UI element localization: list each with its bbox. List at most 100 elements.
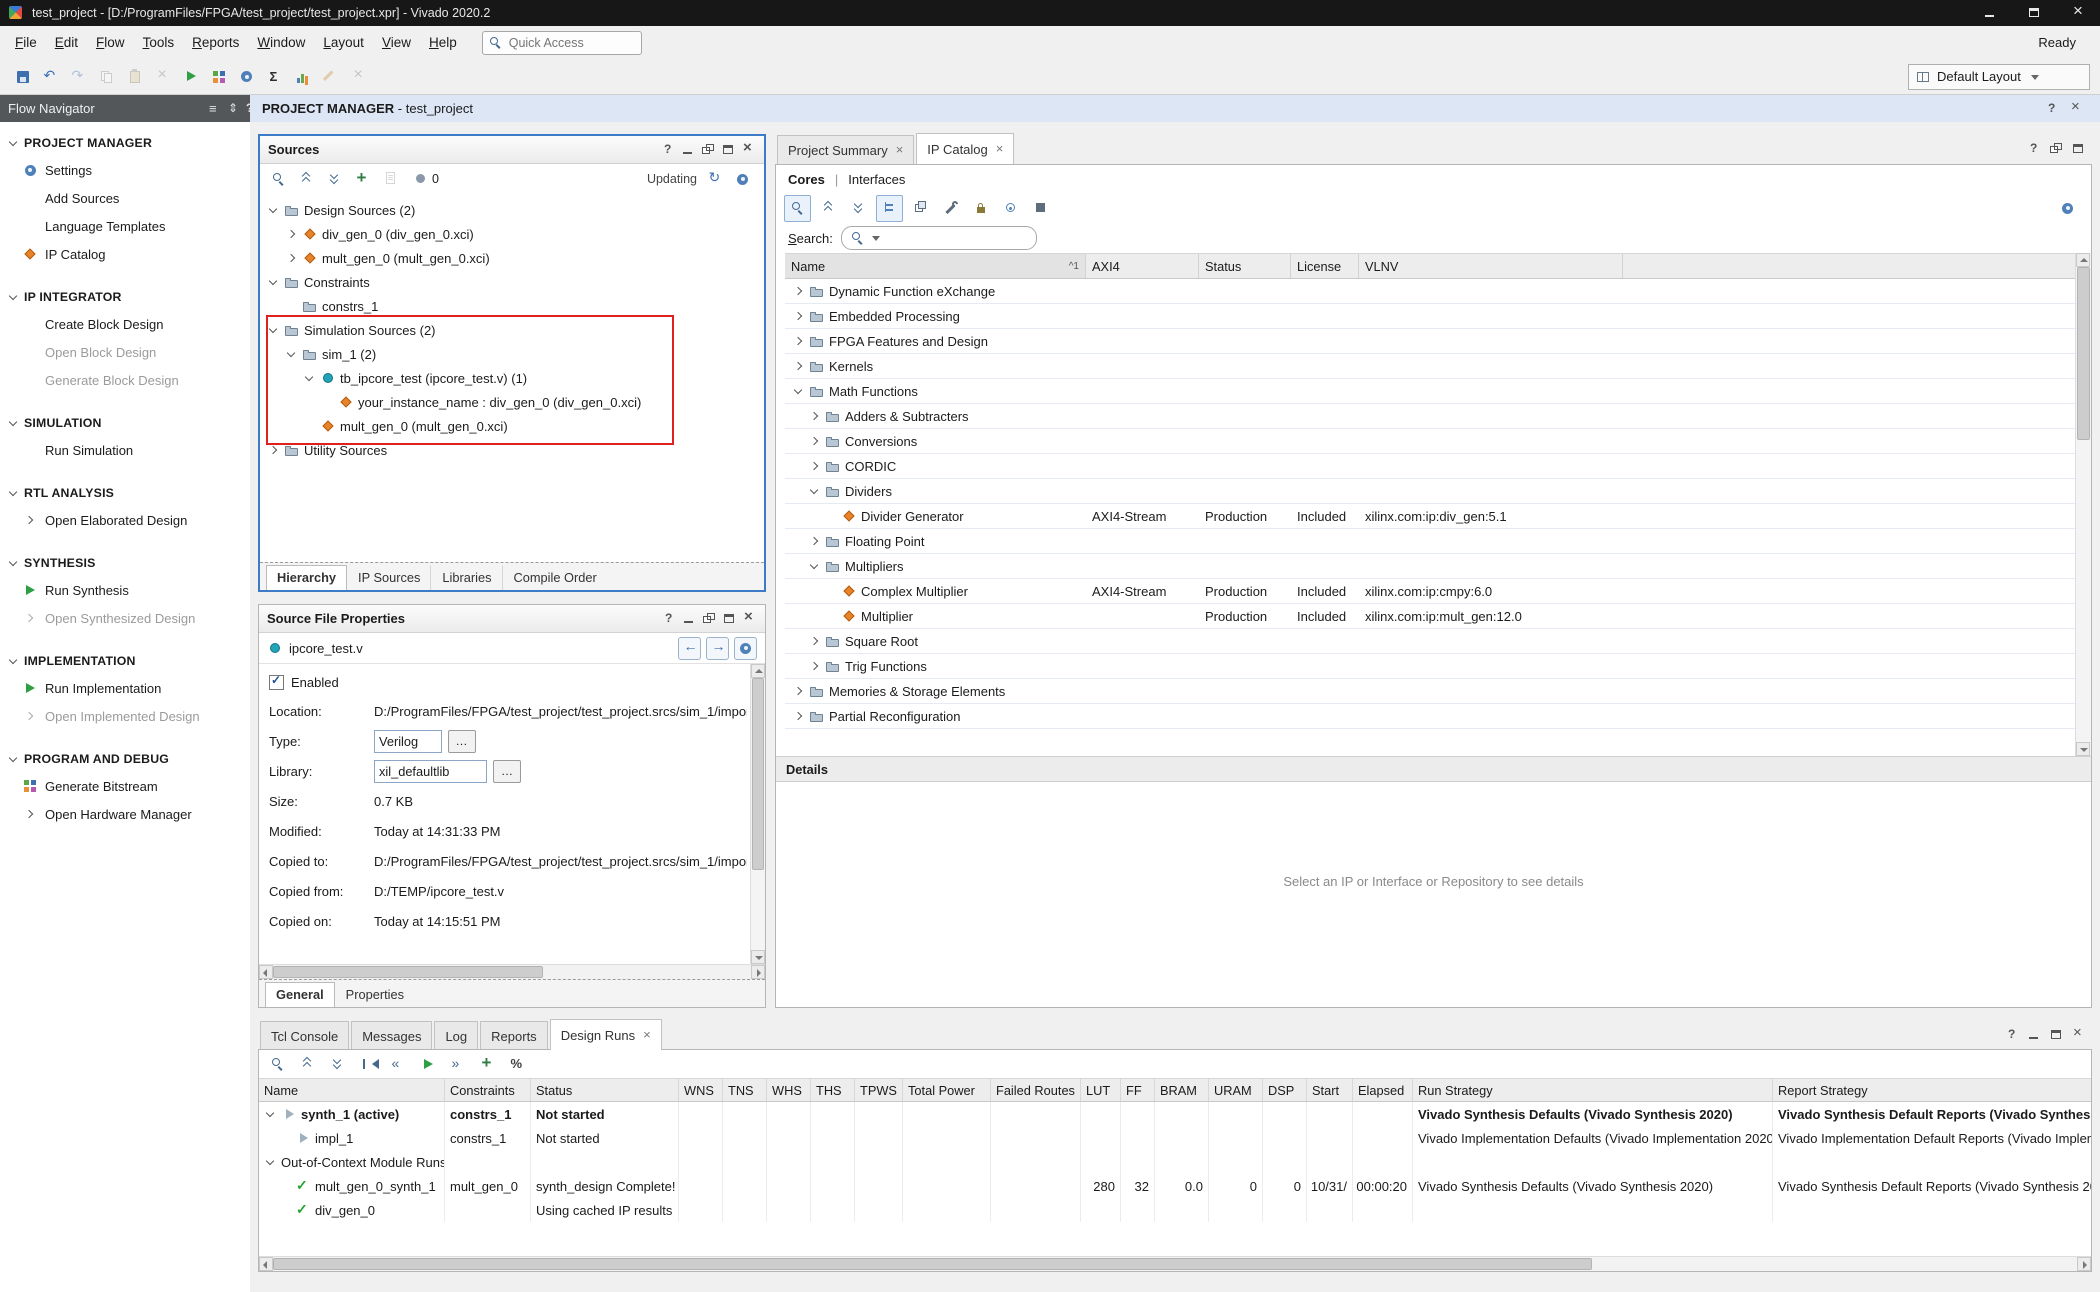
stop-button[interactable]: [1028, 196, 1053, 221]
column-header-status[interactable]: Status: [531, 1079, 679, 1101]
search-button[interactable]: [266, 167, 291, 192]
chevron-right-icon[interactable]: [807, 409, 821, 423]
column-header-elapsed[interactable]: Elapsed: [1353, 1079, 1413, 1101]
flownav-item-language-templates[interactable]: Language Templates: [0, 212, 250, 240]
ip-row-dividers[interactable]: Dividers: [785, 479, 2076, 504]
ip-row-fpga-features-and-design[interactable]: FPGA Features and Design: [785, 329, 2076, 354]
window-close-button[interactable]: [2056, 0, 2100, 26]
settings-button[interactable]: [2055, 196, 2080, 221]
scrollbar-thumb[interactable]: [273, 966, 543, 978]
chevron-right-icon[interactable]: [791, 684, 805, 698]
menu-reports[interactable]: Reports: [183, 35, 248, 50]
subtab-cores[interactable]: Cores: [788, 172, 825, 187]
column-header-axi4[interactable]: AXI4: [1086, 254, 1199, 278]
ip-row-multiplier[interactable]: MultiplierProductionIncludedxilinx.com:i…: [785, 604, 2076, 629]
window-maximize-button[interactable]: [2012, 0, 2056, 26]
menu-flow[interactable]: Flow: [87, 35, 134, 50]
librarybrowse-button[interactable]: …: [493, 760, 521, 783]
flownav-section-synthesis[interactable]: SYNTHESIS: [0, 550, 250, 576]
flownav-section-implementation[interactable]: IMPLEMENTATION: [0, 648, 250, 674]
tab-project-summary[interactable]: Project Summary×: [777, 135, 914, 164]
chevron-down-icon[interactable]: [266, 203, 280, 217]
edit-file-button[interactable]: [378, 167, 403, 192]
ip-row-dynamic-function-exchange[interactable]: Dynamic Function eXchange: [785, 279, 2076, 304]
flownav-item-create-block-design[interactable]: Create Block Design: [0, 310, 250, 338]
quick-access-search[interactable]: [482, 31, 642, 55]
flownav-item-run-synthesis[interactable]: Run Synthesis: [0, 576, 250, 604]
run-button[interactable]: [178, 64, 203, 89]
maximize-button[interactable]: [720, 142, 736, 158]
column-header-ths[interactable]: THS: [811, 1079, 855, 1101]
ip-row-cordic[interactable]: CORDIC: [785, 454, 2076, 479]
scroll-right-button[interactable]: [2077, 1257, 2091, 1271]
flownav-item-run-simulation[interactable]: Run Simulation: [0, 436, 250, 464]
target-button[interactable]: [998, 196, 1023, 221]
source-item-utility-sources[interactable]: Utility Sources: [260, 438, 764, 462]
cancel-button[interactable]: [346, 64, 371, 89]
save-button[interactable]: [10, 64, 35, 89]
flownav-item-settings[interactable]: Settings: [0, 156, 250, 184]
collapse-all-button[interactable]: [294, 167, 319, 192]
tab-general[interactable]: General: [265, 982, 335, 1007]
flownav-section-program-and-debug[interactable]: PROGRAM AND DEBUG: [0, 746, 250, 772]
layout-selector[interactable]: Default Layout: [1908, 64, 2090, 90]
scroll-right-button[interactable]: [751, 965, 765, 979]
chevron-down-icon[interactable]: [302, 371, 316, 385]
tab-reports[interactable]: Reports: [480, 1021, 548, 1050]
step-back-button[interactable]: [385, 1052, 410, 1077]
column-header-tpws[interactable]: TPWS: [855, 1079, 903, 1101]
add-sources-button[interactable]: [350, 167, 375, 192]
settings-button[interactable]: [234, 64, 259, 89]
minimize-button[interactable]: [680, 142, 696, 158]
flownav-item-ip-catalog[interactable]: IP Catalog: [0, 240, 250, 268]
ip-row-floating-point[interactable]: Floating Point: [785, 529, 2076, 554]
maximize-button[interactable]: [2070, 141, 2086, 157]
ip-row-memories-storage-elements[interactable]: Memories & Storage Elements: [785, 679, 2076, 704]
close-button[interactable]: [741, 611, 757, 627]
ip-row-square-root[interactable]: Square Root: [785, 629, 2076, 654]
collapse-all-button[interactable]: [295, 1052, 320, 1077]
run-row-impl-1[interactable]: impl_1constrs_1Not startedVivado Impleme…: [259, 1126, 2091, 1150]
close-button[interactable]: [2068, 101, 2084, 117]
scroll-down-button[interactable]: [2076, 742, 2090, 756]
flownav-section-rtl-analysis[interactable]: RTL ANALYSIS: [0, 480, 250, 506]
edit-button[interactable]: [318, 64, 343, 89]
scroll-up-button[interactable]: [751, 664, 765, 678]
chevron-down-icon[interactable]: [791, 384, 805, 398]
step-forward-button[interactable]: [445, 1052, 470, 1077]
flownav-item-generate-bitstream[interactable]: Generate Bitstream: [0, 772, 250, 800]
chevron-right-icon[interactable]: [791, 309, 805, 323]
scrollbar-track[interactable]: [2076, 267, 2091, 742]
column-header-license[interactable]: License: [1291, 254, 1359, 278]
scrollbar-track[interactable]: [751, 678, 765, 950]
source-item-constraints[interactable]: Constraints: [260, 270, 764, 294]
flownav-item-run-implementation[interactable]: Run Implementation: [0, 674, 250, 702]
show-percentage-button[interactable]: [505, 1052, 530, 1077]
metrics-button[interactable]: [290, 64, 315, 89]
menu-window[interactable]: Window: [248, 35, 314, 50]
help-button[interactable]: [2004, 1027, 2020, 1043]
close-button[interactable]: [2070, 1027, 2086, 1043]
ip-row-embedded-processing[interactable]: Embedded Processing: [785, 304, 2076, 329]
chevron-right-icon[interactable]: [791, 334, 805, 348]
dock-button[interactable]: [206, 101, 222, 117]
flownav-section-project-manager[interactable]: PROJECT MANAGER: [0, 130, 250, 156]
back-button[interactable]: [678, 637, 701, 660]
generate-bitstream-button[interactable]: [206, 64, 231, 89]
column-header-uram[interactable]: URAM: [1209, 1079, 1263, 1101]
ip-row-adders-subtracters[interactable]: Adders & Subtracters: [785, 404, 2076, 429]
close-button[interactable]: [740, 142, 756, 158]
launch-run-button[interactable]: [415, 1052, 440, 1077]
expand-all-button[interactable]: [322, 167, 347, 192]
maximize-button[interactable]: [721, 611, 737, 627]
help-button[interactable]: [2026, 141, 2042, 157]
libraryinput[interactable]: [374, 760, 487, 783]
menu-file[interactable]: File: [6, 35, 46, 50]
scrollbar-thumb[interactable]: [2077, 267, 2090, 440]
tab-compile-order[interactable]: Compile Order: [503, 565, 608, 590]
search-button[interactable]: [784, 195, 811, 222]
column-header-run-strategy[interactable]: Run Strategy: [1413, 1079, 1773, 1101]
horizontal-scrollbar[interactable]: [259, 1256, 2091, 1271]
ip-row-complex-multiplier[interactable]: Complex MultiplierAXI4-StreamProductionI…: [785, 579, 2076, 604]
tab-libraries[interactable]: Libraries: [431, 565, 502, 590]
